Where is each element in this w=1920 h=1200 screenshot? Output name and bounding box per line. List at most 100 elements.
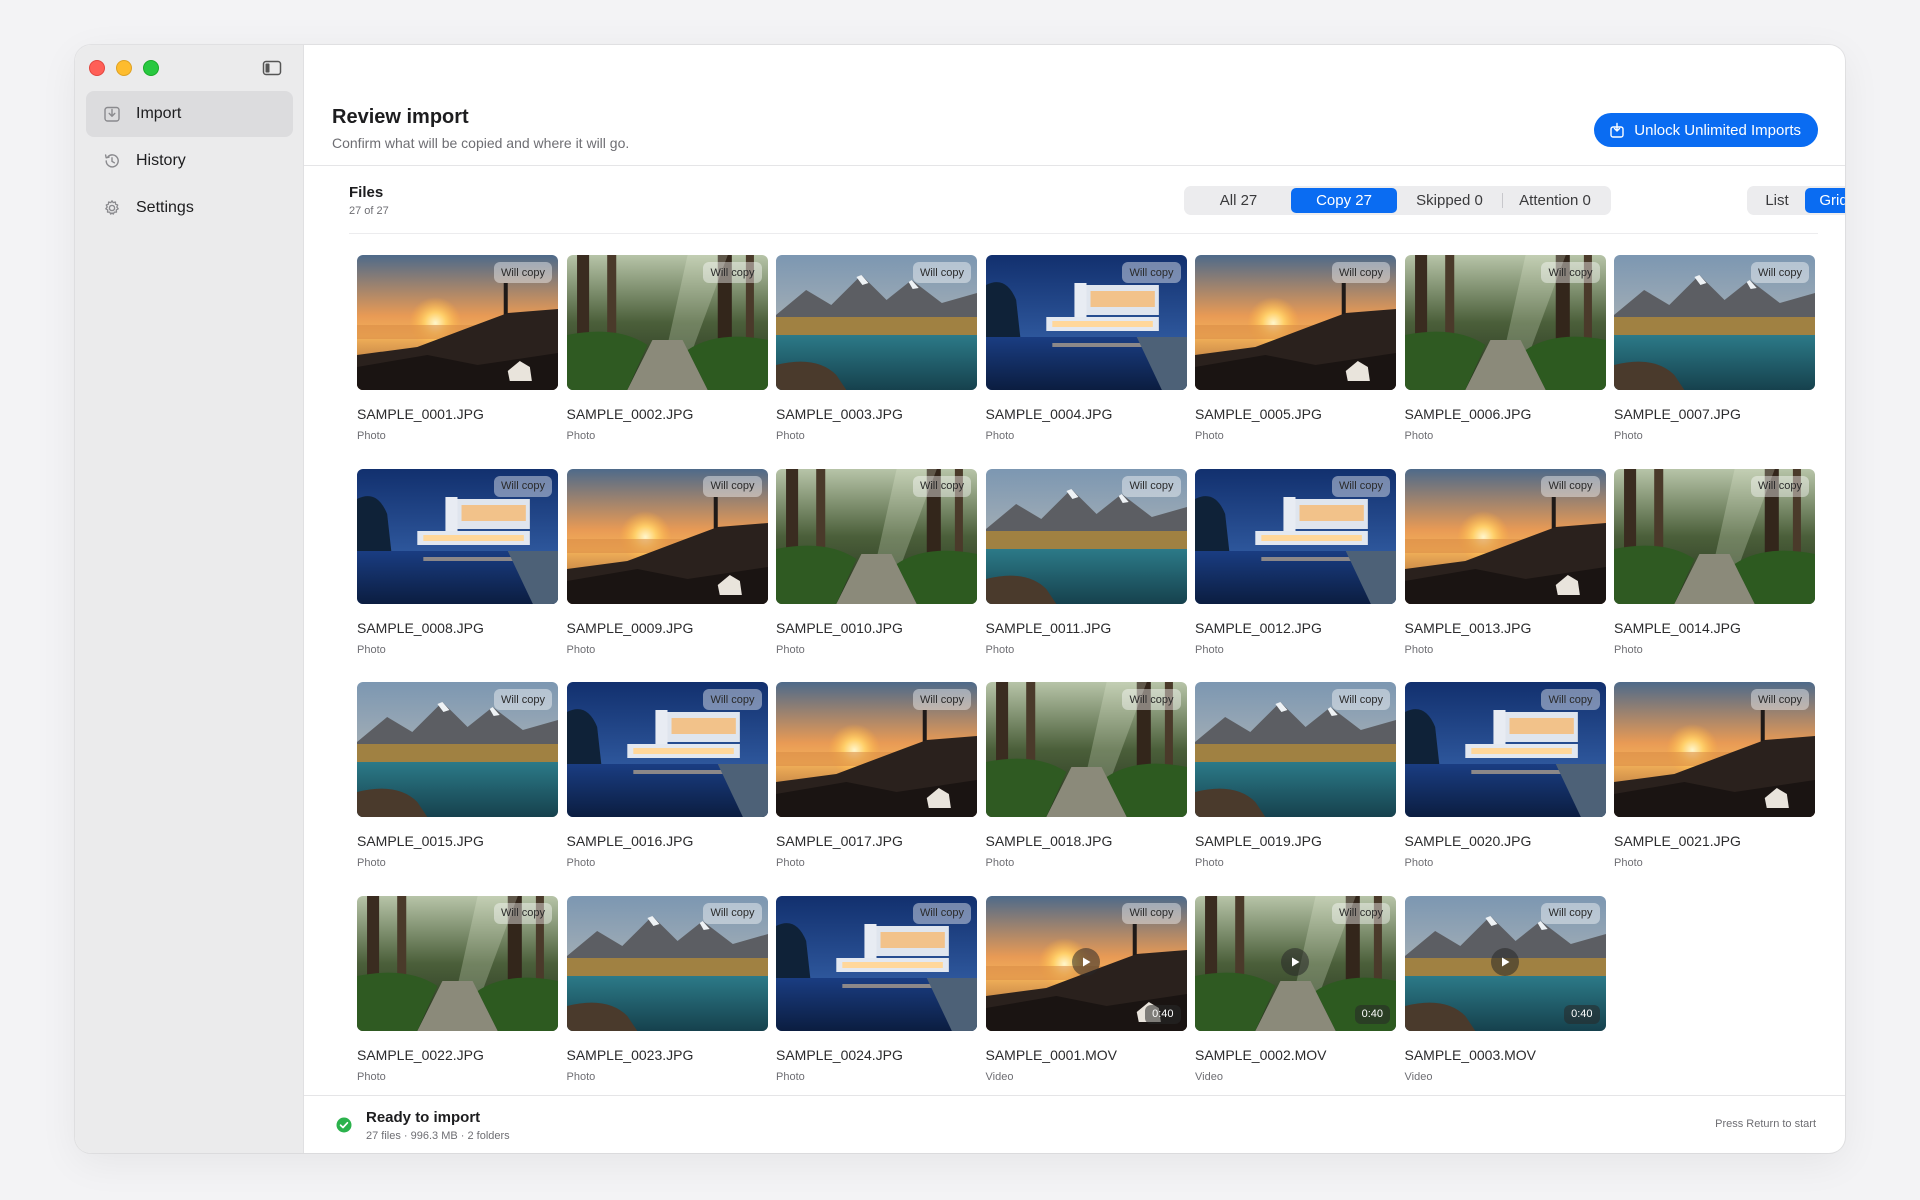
will-copy-badge: Will copy: [1331, 689, 1390, 710]
unlock-icon: [1609, 122, 1625, 138]
file-name: SAMPLE_0001.JPG: [357, 406, 484, 422]
file-tile[interactable]: Will copy SAMPLE_0014.JPG Photo: [1614, 469, 1815, 683]
photo-thumbnail[interactable]: Will copy: [776, 896, 977, 1031]
file-tile[interactable]: Will copy SAMPLE_0024.JPG Photo: [776, 896, 977, 1110]
file-tile[interactable]: Will copy SAMPLE_0003.JPG Photo: [776, 255, 977, 469]
file-tile[interactable]: Will copy SAMPLE_0013.JPG Photo: [1404, 469, 1606, 683]
file-tile[interactable]: Will copy SAMPLE_0009.JPG Photo: [566, 469, 768, 683]
file-tile[interactable]: Will copy SAMPLE_0020.JPG Photo: [1404, 682, 1606, 896]
file-tile[interactable]: Will copy SAMPLE_0018.JPG Photo: [985, 682, 1187, 896]
file-name: SAMPLE_0021.JPG: [1614, 833, 1741, 849]
file-tile[interactable]: Will copy SAMPLE_0012.JPG Photo: [1195, 469, 1396, 683]
view-grid-tab[interactable]: Grid: [1805, 188, 1845, 213]
sidebar-item-label: Import: [136, 105, 182, 122]
photo-thumbnail[interactable]: Will copy: [567, 469, 768, 604]
photo-thumbnail[interactable]: Will copy: [1614, 469, 1815, 604]
video-duration-badge: 0:40: [1145, 1004, 1181, 1024]
photo-thumbnail[interactable]: Will copy: [567, 682, 768, 817]
photo-thumbnail[interactable]: Will copy: [986, 682, 1187, 817]
file-tile[interactable]: Will copy SAMPLE_0021.JPG Photo: [1614, 682, 1815, 896]
will-copy-badge: Will copy: [1541, 689, 1600, 710]
photo-thumbnail[interactable]: Will copy: [357, 896, 558, 1031]
filter-segmented-control: All 27 Copy 27 Skipped 0 Attention 0: [1184, 186, 1611, 215]
photo-thumbnail[interactable]: Will copy: [1614, 255, 1815, 390]
video-duration-badge: 0:40: [1354, 1004, 1390, 1024]
will-copy-badge: Will copy: [912, 689, 971, 710]
photo-thumbnail[interactable]: Will copy: [357, 469, 558, 604]
file-tile[interactable]: Will copy SAMPLE_0010.JPG Photo: [776, 469, 977, 683]
photo-thumbnail[interactable]: Will copy: [776, 469, 977, 604]
photo-thumbnail[interactable]: Will copy: [1195, 469, 1396, 604]
file-tile[interactable]: Will copy SAMPLE_0007.JPG Photo: [1614, 255, 1815, 469]
file-tile[interactable]: Will copy SAMPLE_0005.JPG Photo: [1195, 255, 1396, 469]
files-section-title: Files: [349, 184, 384, 201]
history-icon: [102, 151, 122, 171]
will-copy-badge: Will copy: [1541, 902, 1600, 924]
file-tile[interactable]: Will copy SAMPLE_0004.JPG Photo: [985, 255, 1187, 469]
check-circle-icon: [336, 1117, 352, 1133]
file-name: SAMPLE_0007.JPG: [1614, 406, 1741, 422]
file-tile[interactable]: Will copy SAMPLE_0023.JPG Photo: [566, 896, 768, 1110]
sidebar-item-settings[interactable]: Settings: [86, 185, 293, 231]
filter-all-tab[interactable]: All 27: [1186, 188, 1291, 213]
view-mode-segmented-control: List Grid: [1747, 186, 1845, 215]
toolbar-divider: [349, 233, 1818, 234]
file-name: SAMPLE_0017.JPG: [776, 833, 903, 849]
view-list-tab[interactable]: List: [1749, 188, 1805, 213]
photo-thumbnail[interactable]: Will copy: [1405, 255, 1606, 390]
video-thumbnail[interactable]: Will copy 0:40: [986, 896, 1187, 1031]
photo-thumbnail[interactable]: Will copy: [567, 896, 768, 1031]
file-tile[interactable]: Will copy SAMPLE_0006.JPG Photo: [1404, 255, 1606, 469]
filter-copy-tab[interactable]: Copy 27: [1291, 188, 1397, 213]
photo-thumbnail[interactable]: Will copy: [1195, 682, 1396, 817]
file-tile[interactable]: Will copy SAMPLE_0008.JPG Photo: [357, 469, 558, 683]
sidebar-item-history[interactable]: History: [86, 138, 293, 184]
video-thumbnail[interactable]: Will copy 0:40: [1405, 896, 1606, 1031]
file-tile[interactable]: Will copy SAMPLE_0015.JPG Photo: [357, 682, 558, 896]
photo-thumbnail[interactable]: Will copy: [567, 255, 768, 390]
play-icon[interactable]: [1281, 947, 1309, 976]
close-window-button[interactable]: [89, 60, 105, 76]
video-thumbnail[interactable]: Will copy 0:40: [1195, 896, 1396, 1031]
will-copy-badge: Will copy: [912, 475, 971, 497]
sidebar-toggle-icon[interactable]: [261, 59, 283, 77]
photo-thumbnail[interactable]: Will copy: [357, 255, 558, 390]
file-tile[interactable]: Will copy 0:40 SAMPLE_0002.MOV Video: [1195, 896, 1396, 1110]
file-name: SAMPLE_0009.JPG: [566, 619, 694, 636]
file-tile[interactable]: Will copy SAMPLE_0016.JPG Photo: [566, 682, 768, 896]
sidebar: Import History Settings: [75, 45, 304, 1153]
photo-thumbnail[interactable]: Will copy: [1614, 682, 1815, 817]
play-icon[interactable]: [1071, 947, 1100, 976]
minimize-window-button[interactable]: [116, 60, 132, 76]
photo-thumbnail[interactable]: Will copy: [1405, 469, 1606, 604]
filter-skipped-tab[interactable]: Skipped 0: [1397, 188, 1502, 213]
play-icon[interactable]: [1490, 947, 1519, 976]
photo-thumbnail[interactable]: Will copy: [776, 682, 977, 817]
file-type: Photo: [1614, 643, 1643, 656]
file-name: SAMPLE_0013.JPG: [1404, 619, 1532, 636]
file-tile[interactable]: Will copy 0:40 SAMPLE_0001.MOV Video: [985, 896, 1187, 1110]
sidebar-item-label: History: [136, 152, 186, 169]
file-tile[interactable]: Will copy SAMPLE_0001.JPG Photo: [357, 255, 558, 469]
file-tile[interactable]: Will copy SAMPLE_0017.JPG Photo: [776, 682, 977, 896]
zoom-window-button[interactable]: [143, 60, 159, 76]
unlock-unlimited-imports-button[interactable]: Unlock Unlimited Imports: [1594, 113, 1818, 147]
photo-thumbnail[interactable]: Will copy: [776, 255, 977, 390]
file-tile[interactable]: Will copy SAMPLE_0002.JPG Photo: [566, 255, 768, 469]
sidebar-item-import[interactable]: Import: [86, 91, 293, 137]
will-copy-badge: Will copy: [493, 689, 552, 710]
file-tile[interactable]: Will copy SAMPLE_0022.JPG Photo: [357, 896, 558, 1110]
file-type: Photo: [1614, 430, 1643, 442]
will-copy-badge: Will copy: [1122, 262, 1181, 283]
header-divider: [304, 165, 1845, 166]
photo-thumbnail[interactable]: Will copy: [986, 469, 1187, 604]
photo-thumbnail[interactable]: Will copy: [357, 682, 558, 817]
file-tile[interactable]: Will copy SAMPLE_0011.JPG Photo: [985, 469, 1187, 683]
filter-attention-tab[interactable]: Attention 0: [1503, 188, 1607, 213]
file-tile[interactable]: Will copy SAMPLE_0019.JPG Photo: [1195, 682, 1396, 896]
will-copy-badge: Will copy: [1541, 262, 1600, 283]
file-tile[interactable]: Will copy 0:40 SAMPLE_0003.MOV Video: [1404, 896, 1606, 1110]
photo-thumbnail[interactable]: Will copy: [1195, 255, 1396, 390]
photo-thumbnail[interactable]: Will copy: [1405, 682, 1606, 817]
photo-thumbnail[interactable]: Will copy: [986, 255, 1187, 390]
